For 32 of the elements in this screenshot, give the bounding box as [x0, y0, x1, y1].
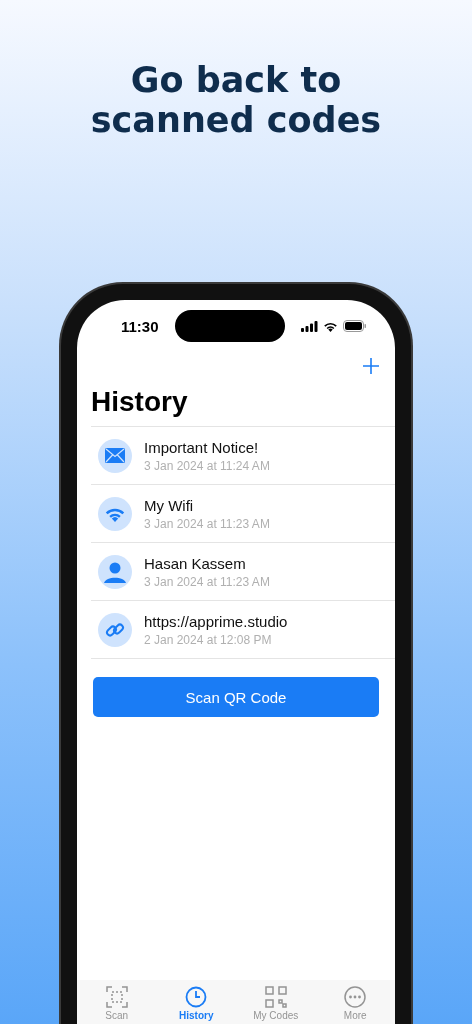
history-row[interactable]: My Wifi 3 Jan 2024 at 11:23 AM — [91, 485, 395, 543]
clock-icon — [185, 986, 208, 1008]
tab-item[interactable]: My Codes — [240, 986, 311, 1024]
item-date: 3 Jan 2024 at 11:24 AM — [144, 458, 270, 473]
item-title: Hasan Kassem — [144, 554, 247, 572]
more-icon — [344, 986, 367, 1008]
status-time: 11:30 — [121, 317, 159, 335]
headline: Go back to scanned codes — [89, 60, 383, 140]
tab-item[interactable]: History — [161, 986, 232, 1024]
screen-title: History — [90, 385, 189, 419]
tab-item[interactable]: More — [320, 986, 391, 1024]
item-date: 3 Jan 2024 at 11:23 AM — [144, 574, 270, 589]
history-row[interactable]: Hasan Kassem 3 Jan 2024 at 11:23 AM — [91, 543, 395, 601]
item-title: My Wifi — [144, 496, 195, 514]
history-row[interactable]: https://apprime.studio 2 Jan 2024 at 12:08 PM — [91, 601, 395, 659]
scan-icon — [105, 986, 128, 1008]
wifi-status-icon — [323, 320, 338, 332]
qr-code-icon — [264, 986, 287, 1008]
item-title: Important Notice! — [144, 438, 260, 456]
scan-button[interactable]: Scan QR Code — [93, 677, 379, 717]
item-date: 2 Jan 2024 at 12:08 PM — [144, 632, 273, 647]
wifi-icon — [98, 496, 132, 531]
item-title: https://apprime.studio — [144, 612, 288, 630]
battery-icon — [343, 320, 367, 332]
signal-icon — [301, 320, 318, 332]
history-row[interactable]: Important Notice! 3 Jan 2024 at 11:24 AM — [91, 427, 395, 485]
link-icon — [98, 612, 132, 647]
envelope-icon — [98, 438, 132, 473]
tab-item[interactable]: Scan — [81, 986, 152, 1024]
item-date: 3 Jan 2024 at 11:23 AM — [144, 516, 270, 531]
person-icon — [98, 554, 132, 589]
add-icon[interactable] — [363, 358, 379, 374]
